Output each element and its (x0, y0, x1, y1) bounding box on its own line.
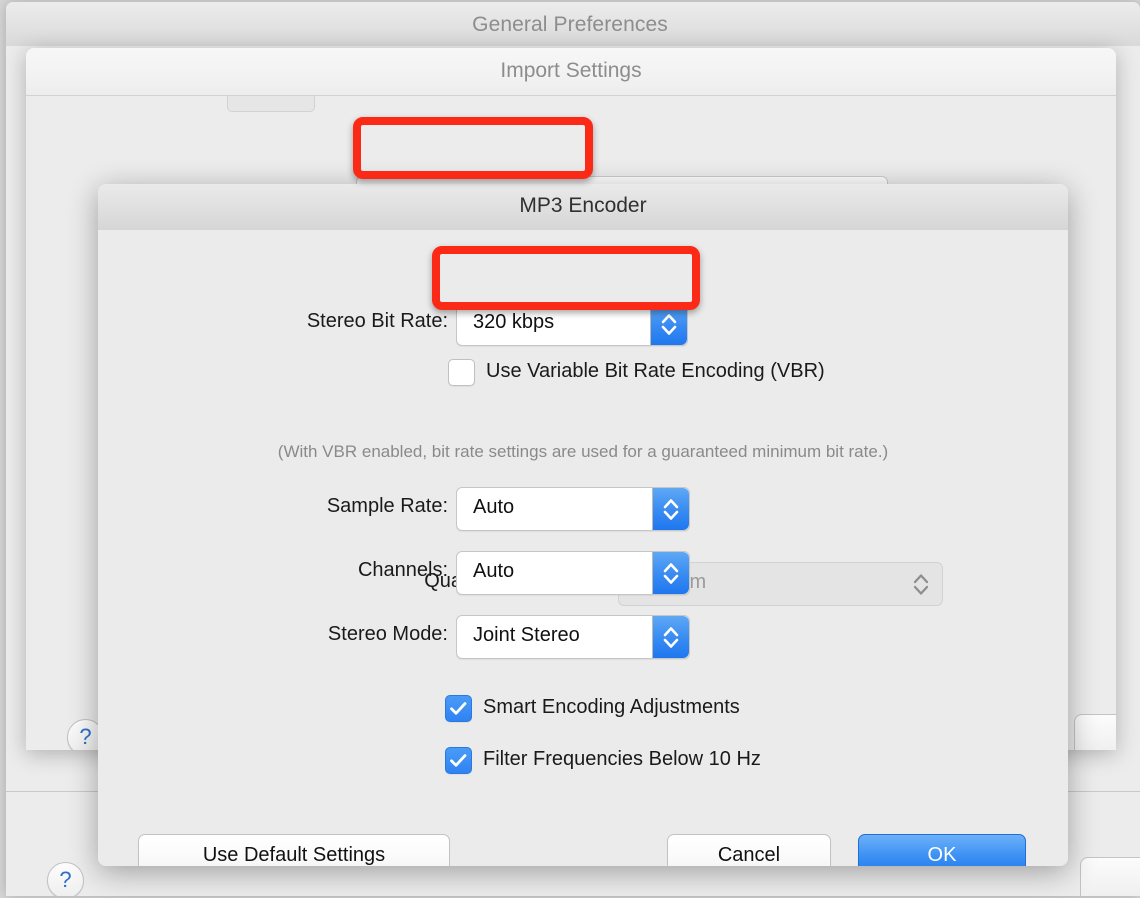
chevron-up-down-icon (653, 616, 689, 658)
vbr-hint-text: (With VBR enabled, bit rate settings are… (98, 442, 1068, 462)
checkmark-icon (446, 696, 471, 721)
help-icon[interactable]: ? (47, 862, 84, 896)
filter-frequencies-label: Filter Frequencies Below 10 Hz (483, 748, 761, 771)
sample-rate-popup[interactable]: Auto (456, 487, 690, 531)
stereo-bit-rate-popup[interactable]: 320 kbps (456, 302, 688, 346)
chevron-up-down-icon (653, 552, 689, 594)
sample-rate-row: Sample Rate: Auto (98, 487, 1068, 529)
sample-rate-stepper[interactable] (652, 488, 689, 530)
filter-frequencies-checkbox[interactable] (445, 747, 472, 774)
stereo-mode-row: Stereo Mode: Joint Stereo (98, 615, 1068, 657)
vbr-checkbox-label: Use Variable Bit Rate Encoding (VBR) (486, 360, 825, 383)
chevron-up-down-icon (653, 488, 689, 530)
mp3-encoder-dialog: MP3 Encoder Stereo Bit Rate: 320 kbps Us… (98, 184, 1068, 866)
smart-encoding-checkbox[interactable] (445, 695, 472, 722)
use-default-settings-button[interactable]: Use Default Settings (138, 834, 450, 866)
general-preferences-title: General Preferences (6, 13, 1134, 37)
stereo-mode-popup[interactable]: Joint Stereo (456, 615, 690, 659)
mp3-encoder-body: Stereo Bit Rate: 320 kbps Use Variable B… (98, 230, 1068, 866)
checkmark-icon (446, 748, 471, 773)
channels-value: Auto (473, 560, 514, 583)
import-settings-ok-button-partial[interactable] (1074, 714, 1116, 750)
stereo-bit-rate-value: 320 kbps (473, 311, 554, 334)
preferences-ok-button-partial[interactable] (1080, 857, 1140, 896)
stereo-bit-rate-label: Stereo Bit Rate: (98, 310, 448, 333)
channels-label: Channels: (98, 559, 448, 582)
channels-row: Channels: Auto (98, 551, 1068, 593)
chevron-up-down-icon (651, 303, 687, 345)
import-settings-titlebar: Import Settings (26, 48, 1116, 96)
stereo-bit-rate-row: Stereo Bit Rate: 320 kbps (98, 302, 1068, 344)
mp3-encoder-title: MP3 Encoder (98, 194, 1068, 218)
stereo-mode-value: Joint Stereo (473, 624, 580, 647)
smart-encoding-label: Smart Encoding Adjustments (483, 696, 740, 719)
general-preferences-titlebar: General Preferences (6, 2, 1140, 47)
sample-rate-label: Sample Rate: (98, 495, 448, 518)
channels-stepper[interactable] (652, 552, 689, 594)
vbr-checkbox[interactable] (448, 359, 475, 386)
channels-popup[interactable]: Auto (456, 551, 690, 595)
cancel-button[interactable]: Cancel (667, 834, 831, 866)
import-settings-title: Import Settings (26, 59, 1116, 83)
sample-rate-value: Auto (473, 496, 514, 519)
stereo-bit-rate-stepper[interactable] (650, 303, 687, 345)
mp3-encoder-titlebar: MP3 Encoder (98, 184, 1068, 231)
stereo-mode-stepper[interactable] (652, 616, 689, 658)
stereo-mode-label: Stereo Mode: (98, 623, 448, 646)
ok-button[interactable]: OK (858, 834, 1026, 866)
